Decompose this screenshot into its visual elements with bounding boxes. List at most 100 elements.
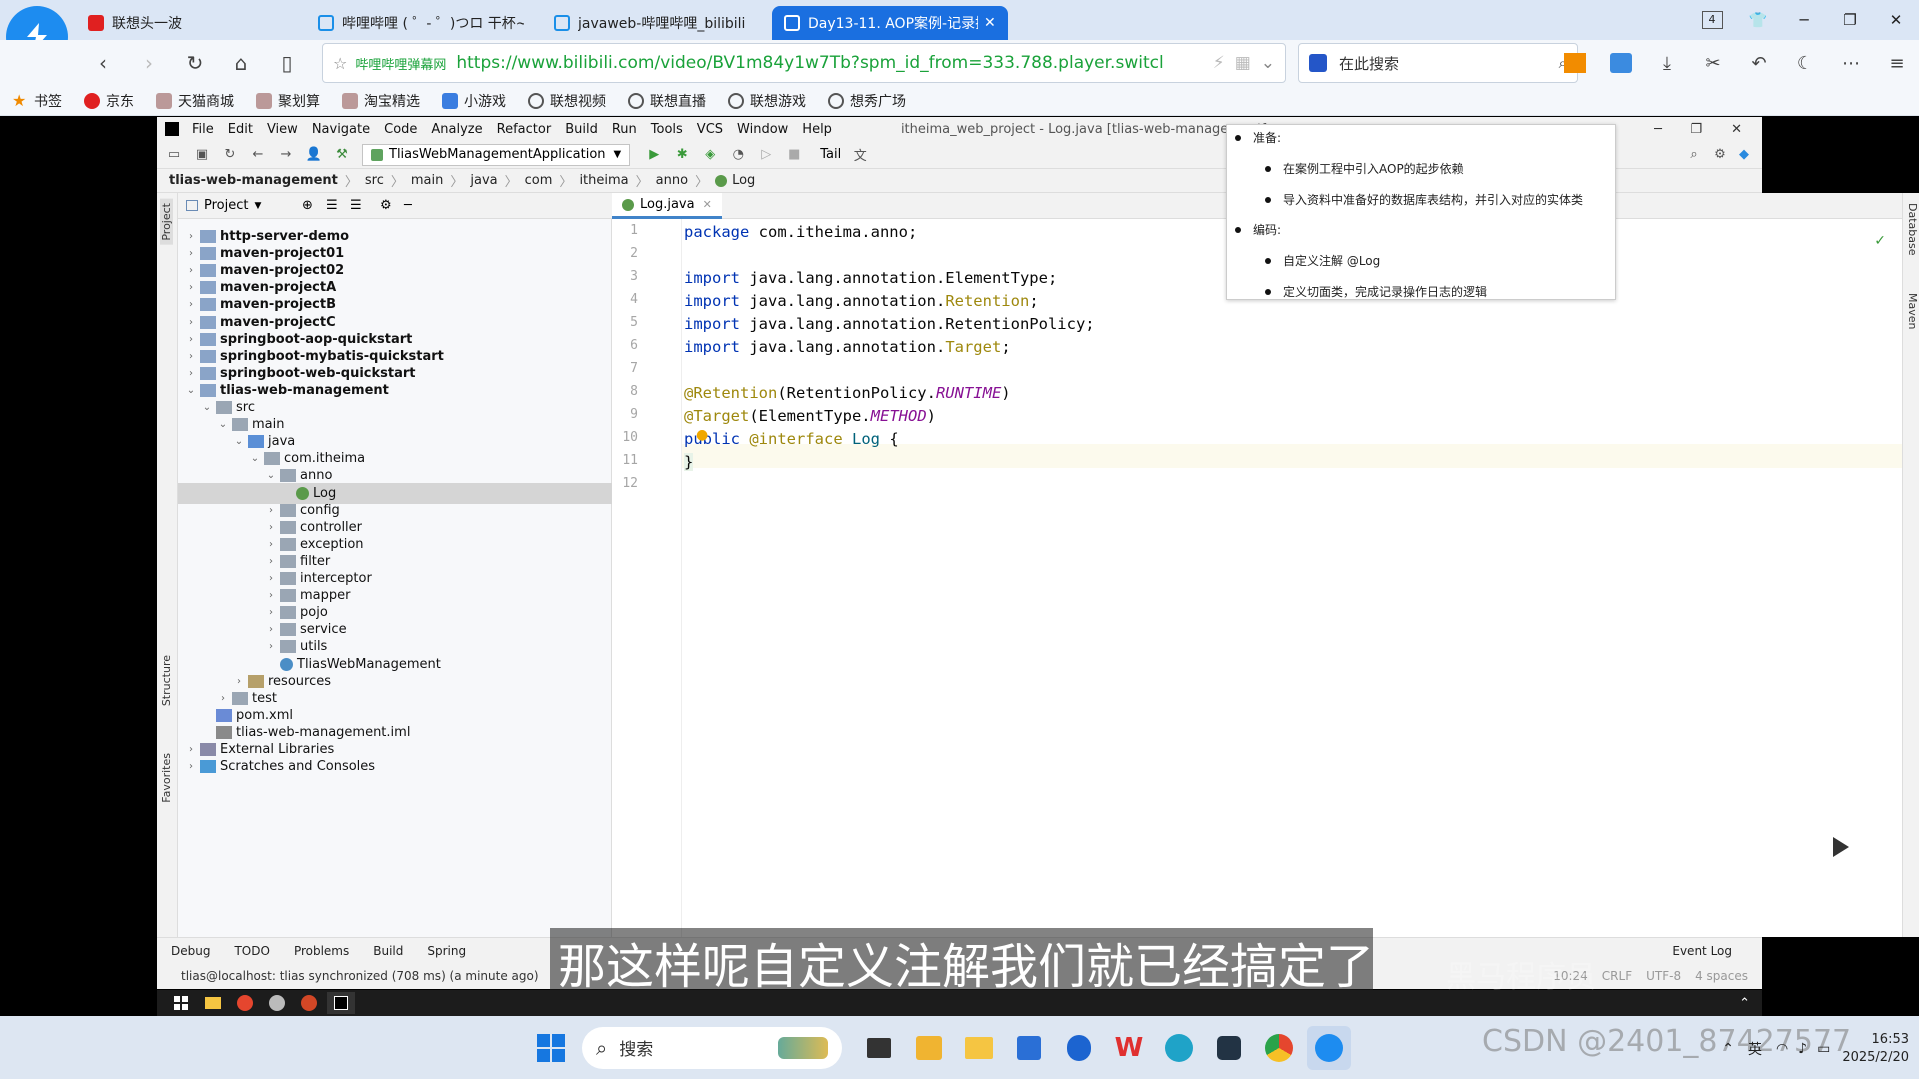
ide-minimize-icon[interactable]: ─ — [1654, 122, 1662, 137]
send-icon[interactable] — [1598, 43, 1644, 83]
database-tool-tab[interactable]: Database — [1906, 203, 1919, 256]
maven-tool-tab[interactable]: Maven — [1906, 293, 1919, 329]
breadcrumb-item[interactable]: Log — [732, 173, 755, 188]
chevron-right-icon[interactable]: › — [184, 231, 198, 242]
chevron-right-icon[interactable]: › — [264, 573, 278, 584]
chevron-right-icon[interactable]: › — [232, 676, 246, 687]
bookmark-item[interactable]: 天猫商城 — [156, 91, 234, 111]
menu-code[interactable]: Code — [384, 122, 417, 137]
edge-icon[interactable] — [1157, 1026, 1201, 1070]
windows-start-icon[interactable] — [529, 1026, 573, 1070]
chevron-right-icon[interactable]: › — [184, 317, 198, 328]
line-separator[interactable]: CRLF — [1602, 969, 1632, 983]
step-icon[interactable]: ▷ — [755, 144, 777, 166]
bookmark-item[interactable]: 想秀广场 — [828, 91, 906, 111]
indent-setting[interactable]: 4 spaces — [1695, 969, 1748, 983]
back-icon[interactable]: ← — [247, 144, 269, 166]
chevron-right-icon[interactable]: › — [264, 522, 278, 533]
bookmark-item[interactable]: 联想视频 — [528, 91, 606, 111]
browser-tab[interactable]: 联想头一波 — [76, 6, 296, 40]
chevron-down-icon[interactable]: ⌄ — [216, 419, 230, 430]
qr-icon[interactable]: ▦ — [1235, 53, 1251, 73]
expand-all-icon[interactable]: ☰ — [350, 198, 362, 213]
open-folder-icon[interactable]: ▭ — [163, 144, 185, 166]
locate-icon[interactable]: ⊕ — [302, 198, 313, 213]
chrome-icon[interactable] — [1257, 1026, 1301, 1070]
chevron-down-icon[interactable]: ⌄ — [184, 385, 198, 396]
address-bar[interactable]: ☆ 哔哩哔哩弹幕网 https://www.bilibili.com/video… — [322, 43, 1286, 83]
chevron-right-icon[interactable]: › — [264, 607, 278, 618]
shirt-icon[interactable]: 👕 — [1735, 0, 1781, 40]
forward-icon[interactable]: › — [126, 43, 172, 83]
chevron-right-icon[interactable]: › — [184, 744, 198, 755]
bookmark-item[interactable]: 聚划算 — [256, 91, 320, 111]
input-language[interactable]: 英 — [1748, 1039, 1762, 1059]
new-tab-icon[interactable] — [1018, 10, 1044, 32]
close-icon[interactable]: ✕ — [1873, 0, 1919, 40]
chevron-right-icon[interactable]: › — [264, 624, 278, 635]
chevron-down-icon[interactable]: ⌄ — [232, 436, 246, 447]
intellij-icon[interactable] — [327, 992, 355, 1014]
menu-help[interactable]: Help — [802, 122, 832, 137]
hide-icon[interactable]: ─ — [404, 198, 412, 213]
chevron-right-icon[interactable]: › — [264, 590, 278, 601]
bookmark-item[interactable]: 京东 — [84, 91, 134, 111]
chevron-down-icon[interactable]: ⌄ — [264, 470, 278, 481]
extension-icon[interactable] — [1552, 43, 1598, 83]
breadcrumb-item[interactable]: com — [525, 173, 553, 188]
close-tab-icon[interactable]: ✕ — [703, 198, 712, 211]
menu-file[interactable]: File — [192, 122, 214, 137]
file-encoding[interactable]: UTF-8 — [1646, 969, 1681, 983]
task-view-icon[interactable] — [857, 1026, 901, 1070]
wifi-icon[interactable]: ◠ — [1776, 1041, 1788, 1057]
menu-view[interactable]: View — [267, 122, 298, 137]
chevron-right-icon[interactable]: › — [184, 299, 198, 310]
volume-icon[interactable]: ♪ — [1798, 1041, 1807, 1057]
breadcrumb-item[interactable]: anno — [656, 173, 688, 188]
stop-icon[interactable]: ■ — [783, 144, 805, 166]
reader-icon[interactable]: ▯ — [264, 43, 310, 83]
menu-icon[interactable]: ≡ — [1874, 43, 1919, 83]
debug-icon[interactable]: ✱ — [671, 144, 693, 166]
tail-button[interactable]: Tail — [820, 147, 841, 162]
menu-analyze[interactable]: Analyze — [431, 122, 482, 137]
chevron-up-icon[interactable]: ⌃ — [1739, 996, 1750, 1011]
menu-run[interactable]: Run — [612, 122, 637, 137]
app-icon[interactable] — [263, 992, 291, 1014]
store-icon[interactable] — [1007, 1026, 1051, 1070]
browser-app-icon[interactable] — [1307, 1025, 1351, 1070]
favorites-tool-tab[interactable]: Favorites — [160, 753, 173, 803]
tab-count-button[interactable]: 4 — [1689, 0, 1735, 40]
chevron-right-icon[interactable]: › — [184, 761, 198, 772]
more-icon[interactable]: ⋯ — [1828, 43, 1874, 83]
chevron-right-icon[interactable]: › — [264, 556, 278, 567]
scissors-icon[interactable]: ✂ — [1690, 43, 1736, 83]
chevron-down-icon[interactable]: ▼ — [254, 201, 261, 211]
widgets-icon[interactable] — [907, 1026, 951, 1070]
event-log-tab[interactable]: Event Log — [1672, 944, 1732, 958]
undo-icon[interactable]: ↶ — [1736, 43, 1782, 83]
breadcrumb-item[interactable]: tlias-web-management — [169, 173, 338, 188]
translate-icon[interactable]: 文 — [849, 144, 871, 166]
lenovo-app-icon[interactable] — [1057, 1026, 1101, 1070]
bookmark-item[interactable]: 联想游戏 — [728, 91, 806, 111]
restore-icon[interactable]: ❐ — [1827, 0, 1873, 40]
chevron-down-icon[interactable]: ⌄ — [248, 453, 262, 464]
run-config-select[interactable]: TliasWebManagementApplication ▼ — [362, 143, 631, 166]
chevron-up-icon[interactable]: ⌃ — [1722, 1041, 1734, 1057]
user-icon[interactable]: 👤 — [303, 144, 325, 166]
chevron-down-icon[interactable]: ⌄ — [1261, 53, 1275, 73]
menu-navigate[interactable]: Navigate — [312, 122, 370, 137]
ide-close-icon[interactable]: ✕ — [1731, 122, 1742, 137]
chevron-right-icon[interactable]: › — [184, 282, 198, 293]
chevron-right-icon[interactable]: › — [184, 351, 198, 362]
breadcrumb-item[interactable]: itheima — [579, 173, 628, 188]
star-icon[interactable]: ☆ — [333, 54, 347, 73]
chevron-right-icon[interactable]: › — [184, 334, 198, 345]
powerpoint-icon[interactable] — [295, 992, 323, 1014]
bookmark-item[interactable]: ★ 书签 — [12, 91, 62, 111]
gear-icon[interactable]: ⚙ — [380, 198, 392, 213]
bookmark-item[interactable]: 小游戏 — [442, 91, 506, 111]
download-icon[interactable]: ⤓ — [1644, 43, 1690, 83]
chevron-right-icon[interactable]: › — [184, 265, 198, 276]
